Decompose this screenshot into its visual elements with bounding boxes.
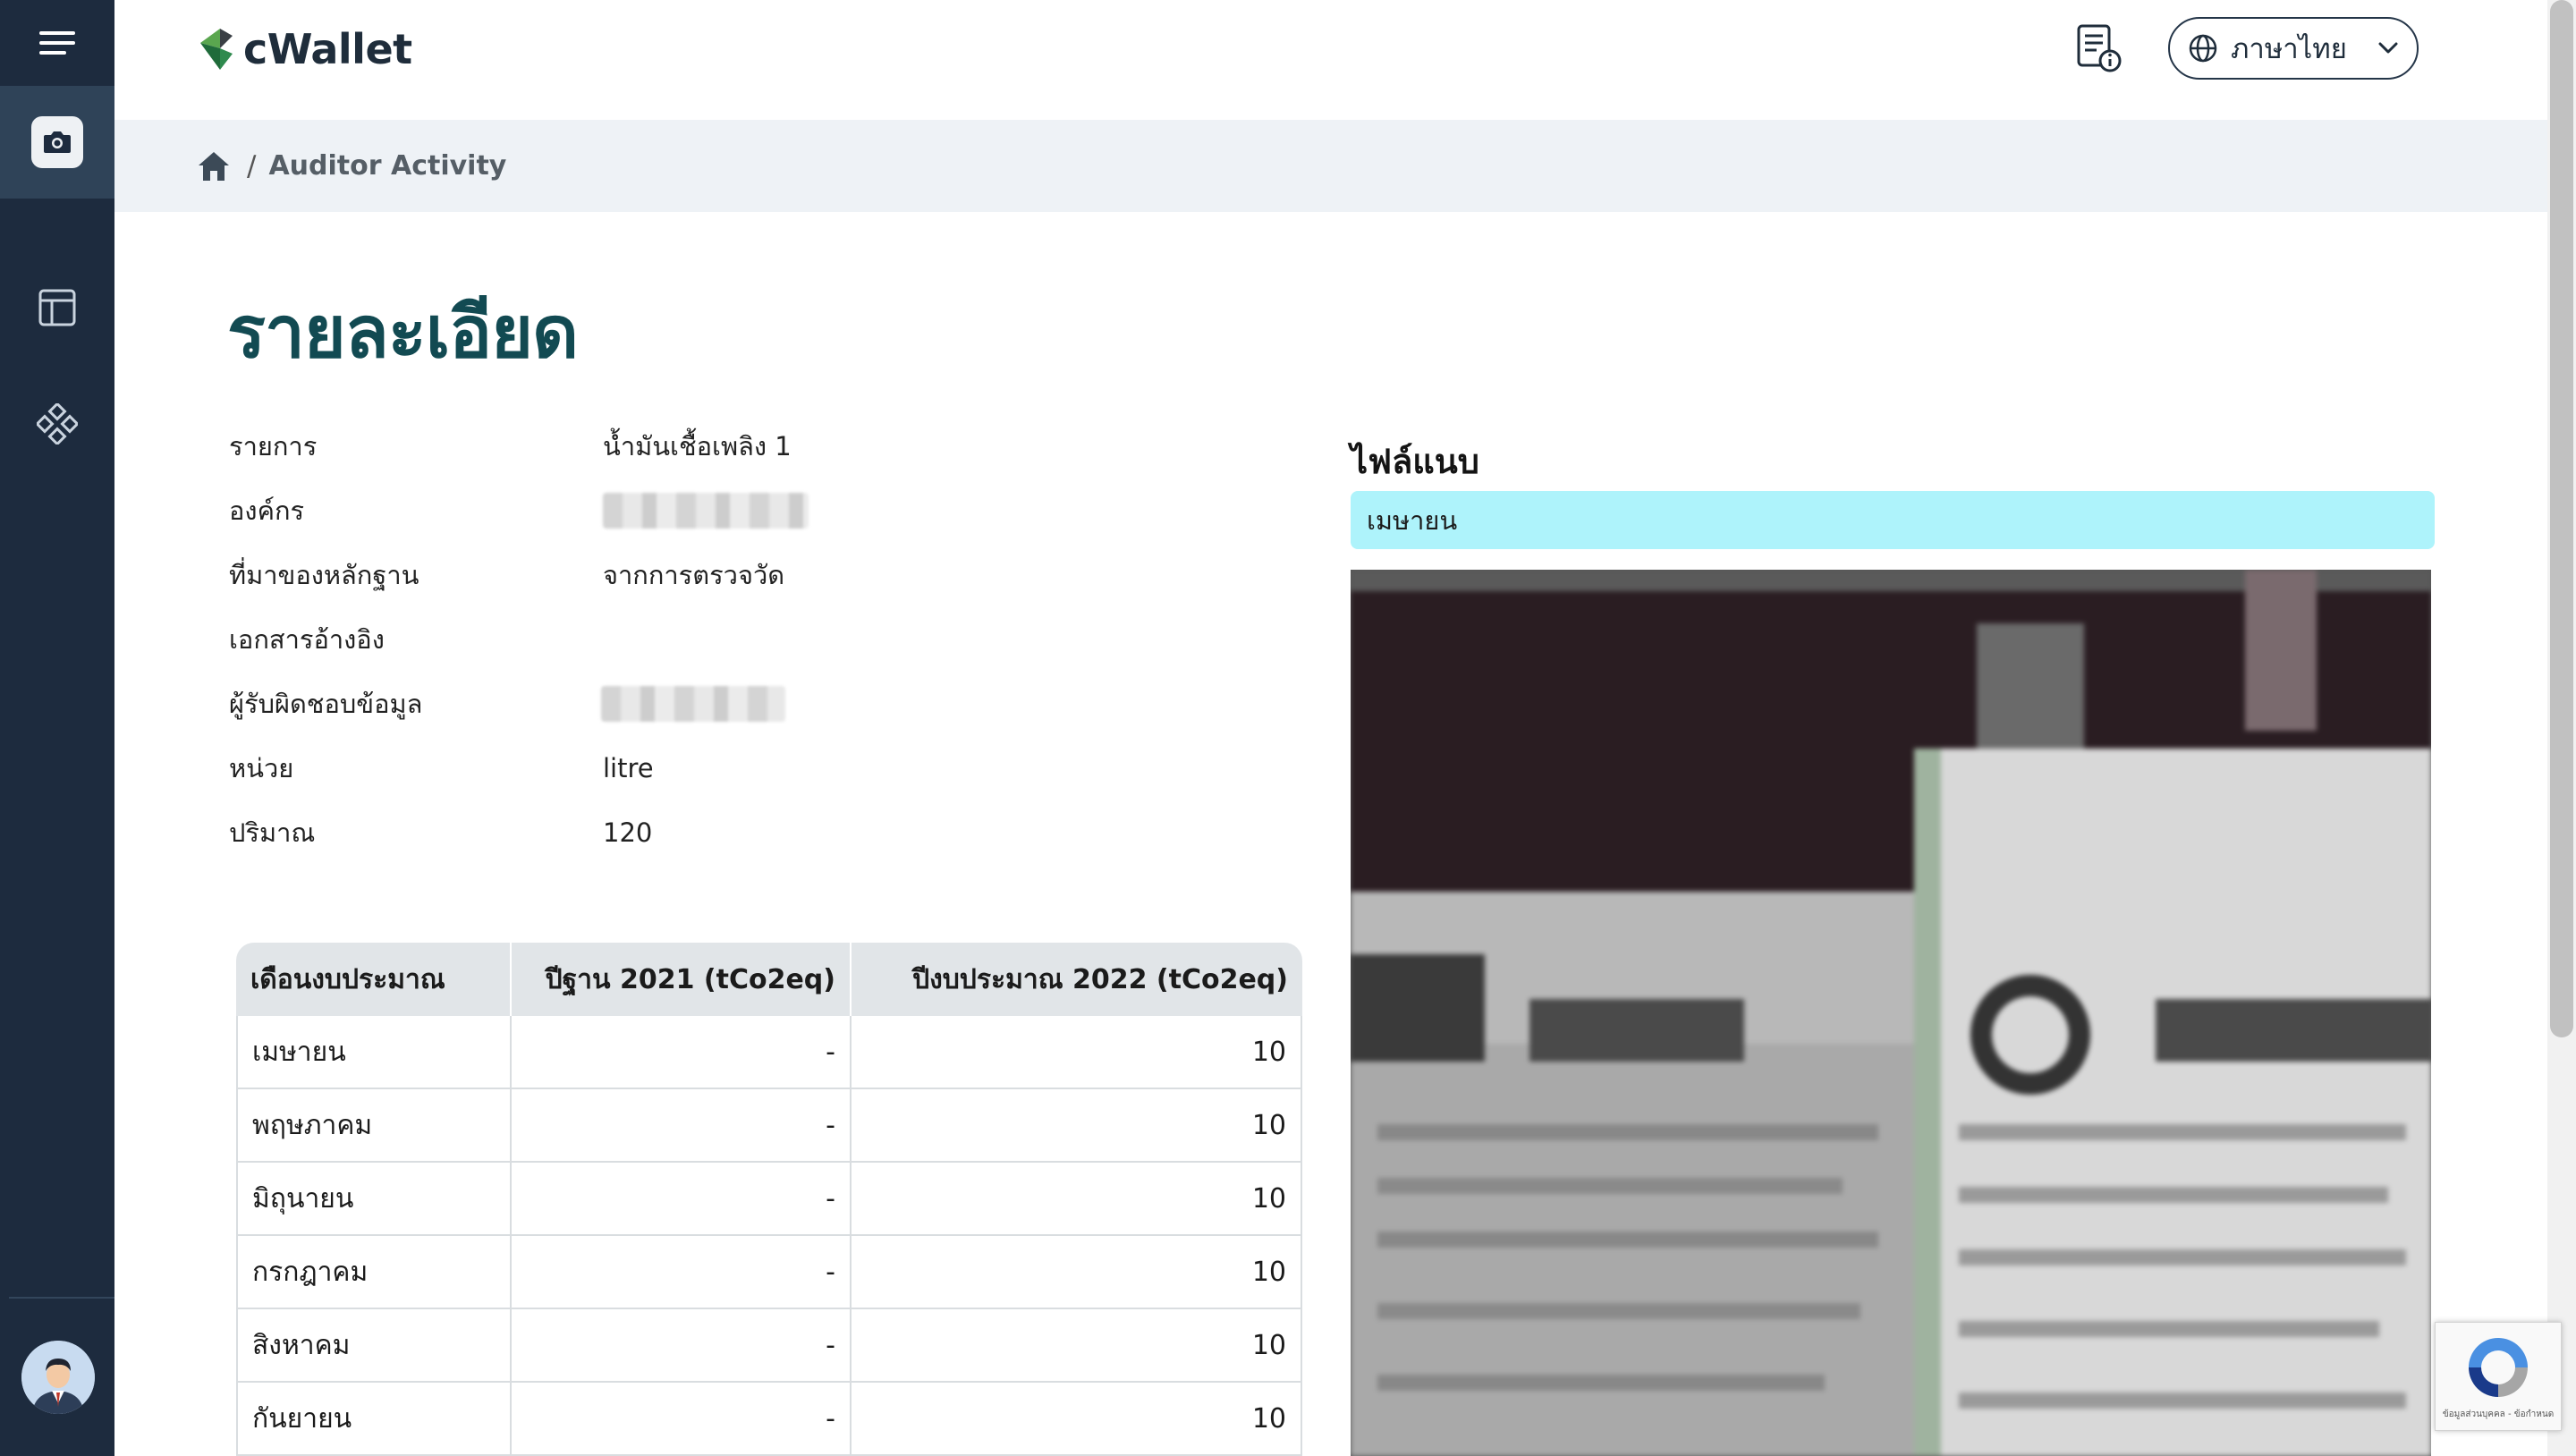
detail-value: จากการตรวจวัด: [603, 560, 785, 590]
sidebar: [0, 0, 114, 1456]
language-label: ภาษาไทย: [2231, 33, 2347, 65]
top-header: cWallet ภาษาไทย: [114, 0, 2547, 120]
detail-label: ปริมาณ: [229, 817, 316, 848]
attachment-image[interactable]: [1351, 570, 2431, 1456]
sidebar-item-auditor-activity[interactable]: [0, 86, 114, 199]
detail-row-unit: หน่วย litre: [227, 736, 1211, 800]
cell-month: มิถุนายน: [236, 1163, 512, 1236]
detail-row-evidence-source: ที่มาของหลักฐาน จากการตรวจวัด: [227, 543, 1211, 607]
cell-base-year: -: [512, 1383, 852, 1456]
page-scrollbar-thumb[interactable]: [2550, 0, 2573, 1037]
column-header-base-year: ปีฐาน 2021 (tCo2eq): [512, 943, 852, 1016]
cell-budget-year: 10: [852, 1163, 1302, 1236]
table-row: เมษายน - 10: [236, 1016, 1302, 1089]
cell-budget-year: 10: [852, 1383, 1302, 1456]
breadcrumb-separator: /: [247, 149, 257, 182]
user-avatar[interactable]: [21, 1341, 95, 1414]
table-row: สิงหาคม - 10: [236, 1309, 1302, 1383]
menu-toggle-button[interactable]: [0, 0, 114, 86]
camera-icon: [44, 131, 71, 153]
cell-month: เมษายน: [236, 1016, 512, 1089]
attachment-month-tab[interactable]: เมษายน: [1351, 491, 2435, 549]
cwallet-logo-icon: [200, 29, 233, 70]
sidebar-item-components[interactable]: [0, 384, 114, 464]
detail-value: น้ำมันเชื้อเพลิง 1: [603, 431, 792, 461]
recaptcha-badge[interactable]: ข้อมูลส่วนบุคคล - ข้อกำหนด: [2435, 1322, 2562, 1431]
details-list: รายการ น้ำมันเชื้อเพลิง 1 องค์กร ที่มาขอ…: [227, 414, 1211, 865]
detail-row-item: รายการ น้ำมันเชื้อเพลิง 1: [227, 414, 1211, 478]
column-header-month: เดือนงบประมาณ: [236, 943, 512, 1016]
document-info-icon: [2077, 24, 2122, 72]
recaptcha-icon: [2469, 1337, 2528, 1397]
avatar-icon: [21, 1341, 95, 1414]
hamburger-menu-icon: [39, 31, 75, 55]
cell-month: กันยายน: [236, 1383, 512, 1456]
detail-row-reference-document: เอกสารอ้างอิง: [227, 607, 1211, 672]
detail-label: เอกสารอ้างอิง: [229, 624, 385, 655]
detail-label: ผู้รับผิดชอบข้อมูล: [229, 689, 423, 719]
chevron-down-icon: [2378, 42, 2398, 54]
page-title: รายละเอียด: [227, 291, 579, 374]
cell-base-year: -: [512, 1163, 852, 1236]
table-header-row: เดือนงบประมาณ ปีฐาน 2021 (tCo2eq) ปีงบปร…: [236, 943, 1302, 1016]
cell-base-year: -: [512, 1089, 852, 1163]
redacted-organization: [603, 493, 809, 529]
detail-value: litre: [603, 753, 654, 783]
home-icon: [199, 151, 229, 181]
sidebar-item-dashboard[interactable]: [0, 267, 114, 348]
cell-month: กรกฎาคม: [236, 1236, 512, 1309]
breadcrumb-current: Auditor Activity: [268, 150, 507, 182]
cell-budget-year: 10: [852, 1236, 1302, 1309]
redacted-data-owner: [601, 686, 785, 722]
cell-budget-year: 10: [852, 1016, 1302, 1089]
table-row: มิถุนายน - 10: [236, 1163, 1302, 1236]
cell-month: พฤษภาคม: [236, 1089, 512, 1163]
camera-button[interactable]: [31, 116, 83, 168]
attachments-title: ไฟล์แนบ: [1351, 442, 1479, 481]
language-selector[interactable]: ภาษาไทย: [2168, 17, 2419, 80]
home-link[interactable]: [197, 150, 231, 182]
detail-label: ที่มาของหลักฐาน: [229, 560, 419, 590]
globe-icon: [2189, 34, 2217, 63]
detail-row-organization: องค์กร: [227, 478, 1211, 543]
table-row: กันยายน - 10: [236, 1383, 1302, 1456]
brand-name: cWallet: [243, 25, 412, 73]
cell-budget-year: 10: [852, 1089, 1302, 1163]
layout-icon: [38, 289, 76, 326]
budget-table: เดือนงบประมาณ ปีฐาน 2021 (tCo2eq) ปีงบปร…: [236, 943, 1302, 1456]
detail-label: องค์กร: [229, 495, 305, 526]
cell-base-year: -: [512, 1236, 852, 1309]
column-header-budget-year: ปีงบประมาณ 2022 (tCo2eq): [852, 943, 1302, 1016]
brand-logo[interactable]: cWallet: [197, 25, 412, 73]
cell-month: สิงหาคม: [236, 1309, 512, 1383]
components-icon: [37, 403, 78, 444]
cell-base-year: -: [512, 1016, 852, 1089]
detail-label: หน่วย: [229, 753, 294, 783]
detail-label: รายการ: [229, 431, 318, 461]
detail-row-quantity: ปริมาณ 120: [227, 800, 1211, 865]
detail-row-data-owner: ผู้รับผิดชอบข้อมูล: [227, 672, 1211, 736]
recaptcha-links[interactable]: ข้อมูลส่วนบุคคล - ข้อกำหนด: [2443, 1408, 2554, 1421]
detail-value: 120: [603, 817, 653, 848]
attachment-photo: [1351, 570, 2431, 1456]
cell-base-year: -: [512, 1309, 852, 1383]
document-info-button[interactable]: [2073, 23, 2123, 73]
table-row: กรกฎาคม - 10: [236, 1236, 1302, 1309]
table-row: พฤษภาคม - 10: [236, 1089, 1302, 1163]
breadcrumb: / Auditor Activity: [114, 120, 2547, 212]
sidebar-divider: [9, 1297, 114, 1299]
cell-budget-year: 10: [852, 1309, 1302, 1383]
